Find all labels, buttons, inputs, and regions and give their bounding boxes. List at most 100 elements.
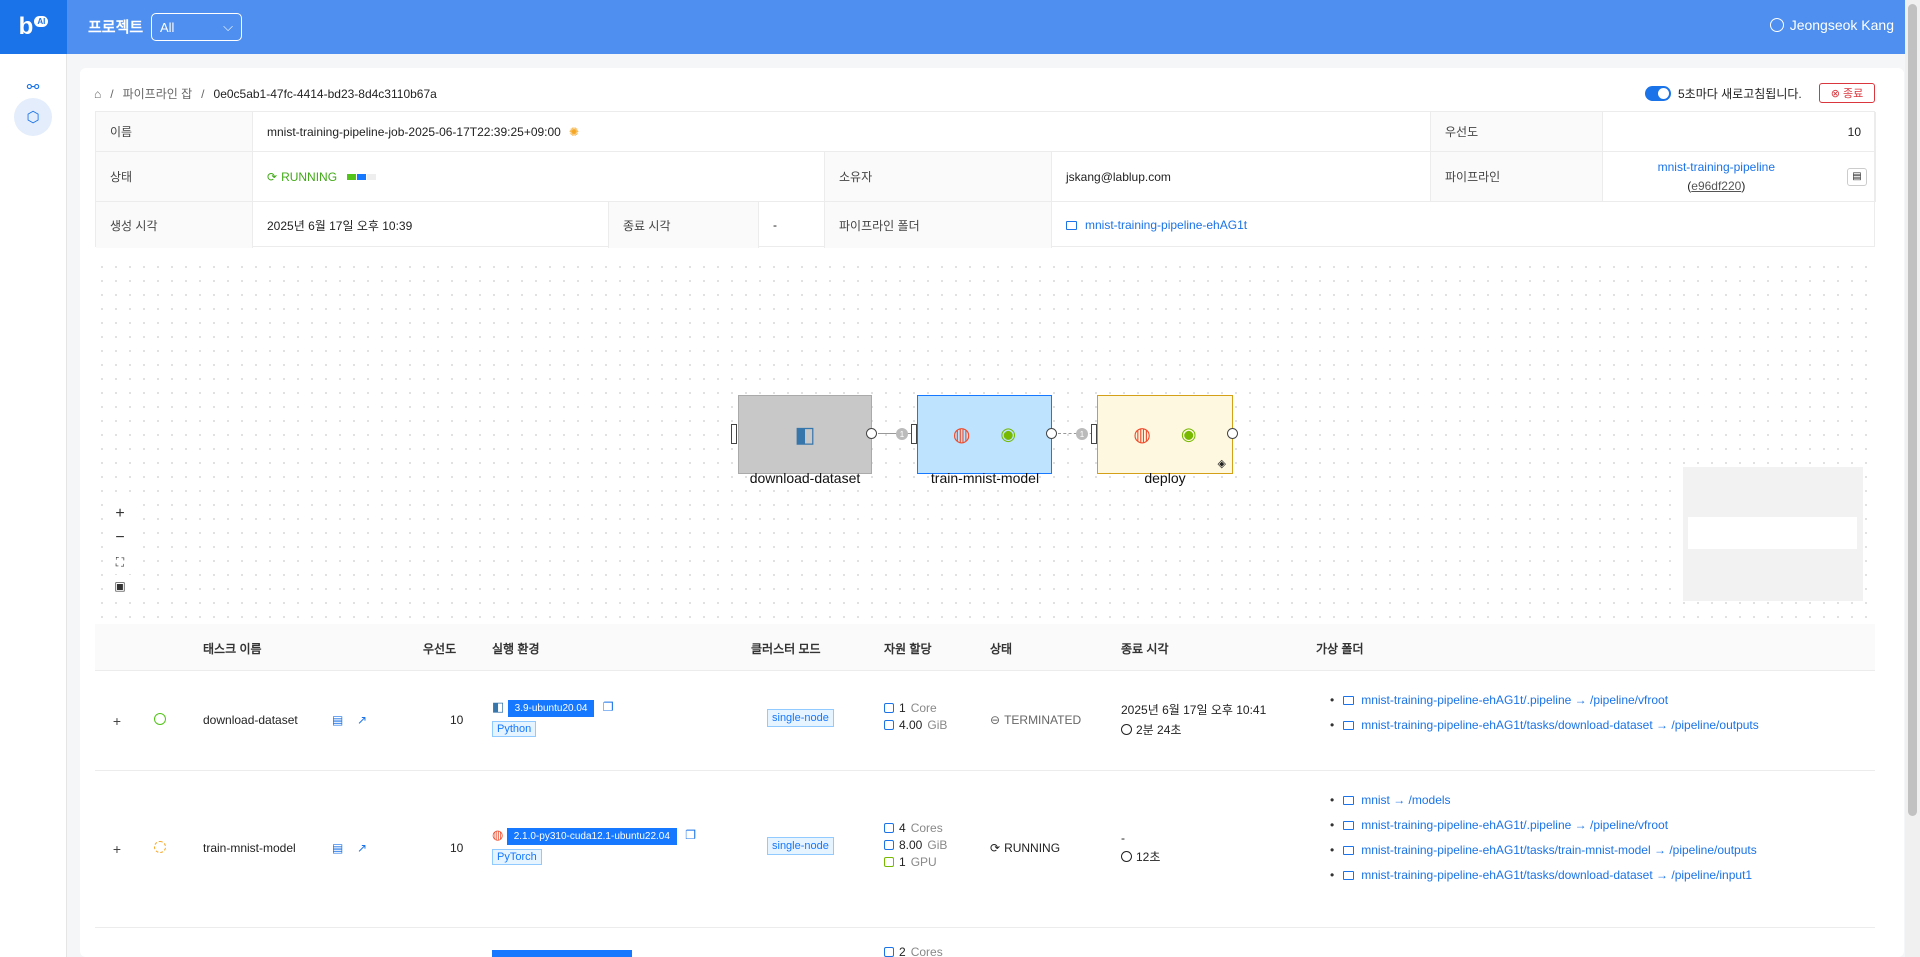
node-label: train-mnist-model [930,470,1040,486]
project-select[interactable]: All ⌵ [151,13,242,41]
input-port[interactable] [731,424,737,444]
pipeline-value: mnist-training-pipeline (e96df220) ▤ [1603,152,1876,202]
graph-node-download-dataset[interactable]: ◧ [738,395,872,474]
sidebar-item-pipeline-jobs[interactable]: ⬡ [14,98,52,136]
minimap-viewport [1688,517,1857,549]
status-value: ⟳ RUNNING [253,152,825,202]
graph-node-deploy[interactable]: ◍ ◉ ◈ [1097,395,1233,474]
pipeline-label: 파이프라인 [1431,152,1603,202]
breadcrumb-current: 0e0c5ab1-47fc-4414-bd23-8d4c3110b67a [213,86,437,101]
copy-icon[interactable]: ❐ [685,828,696,842]
home-icon[interactable]: ⌂ [94,87,101,101]
name-label: 이름 [96,112,253,152]
task-priority: 10 [450,713,464,727]
ended-value: - [759,202,825,248]
nvidia-icon: ◉ [1000,424,1017,444]
task-priority: 10 [450,841,464,855]
file-icon[interactable]: ▤ [1847,167,1867,186]
table-row: + train-mnist-model ▤ ↗ 10 ◍ 2.1.0-py310… [95,771,1875,928]
node-label: deploy [1144,470,1186,486]
chevron-down-icon: ⌵ [223,19,233,34]
expand-row-button[interactable]: + [109,713,125,729]
expand-row-button[interactable]: + [109,841,125,857]
task-progress-bars [347,173,377,180]
task-ended: 2025년 6월 17일 오후 10:41 2분 24초 [1121,703,1267,737]
pipeline-folder[interactable]: mnist-training-pipeline-ehAG1t [1052,202,1876,248]
logs-icon[interactable]: ▤ [332,841,343,855]
vfolder-mount[interactable]: mnist → /models [1330,793,1757,807]
task-resources: 1 Core 4.00 GiB [884,701,947,735]
zoom-out-button[interactable]: − [108,527,132,549]
page-scrollbar[interactable] [1905,0,1920,957]
col-env: 실행 환경 [492,642,540,656]
vfolder-mount[interactable]: mnist-training-pipeline-ehAG1t/tasks/tra… [1330,843,1757,857]
memory-icon [884,720,894,730]
pipeline-hash[interactable]: e96df220 [1691,179,1741,193]
task-ended: - 12초 [1121,831,1161,864]
pipeline-link[interactable]: mnist-training-pipeline [1658,158,1775,177]
auto-refresh-label: 5초마다 새로고침됩니다. [1678,87,1802,101]
fit-view-button[interactable]: ⛶ [108,551,132,573]
priority-label: 우선도 [1431,112,1603,152]
user-icon [1769,18,1784,32]
output-port[interactable] [1227,428,1238,439]
wifi-icon: ◈ [1217,458,1226,470]
open-external-icon[interactable]: ↗ [357,713,367,727]
task-status: ⊖ TERMINATED [990,713,1082,727]
loading-icon: ✺ [568,124,579,139]
zoom-in-button[interactable]: + [108,503,132,525]
output-port[interactable] [1046,428,1057,439]
vfolder-mount[interactable]: mnist-training-pipeline-ehAG1t/.pipeline… [1330,818,1757,832]
folder-icon [1343,695,1355,705]
sidebar: ⚯ ⬡ [0,54,67,957]
open-external-icon[interactable]: ↗ [357,841,367,855]
col-vfolders: 가상 폴더 [1316,642,1364,656]
toggle-interactivity-button[interactable]: ▣ [108,575,132,597]
share-nodes-icon: ⚯ [26,79,40,96]
scrollbar-thumb[interactable] [1908,4,1917,816]
clock-icon [1121,724,1132,735]
status-label: 상태 [96,152,253,202]
owner-label: 소유자 [825,152,1052,202]
task-vfolders: mnist-training-pipeline-ehAG1t/.pipeline… [1330,693,1759,743]
task-env: ◧ 3.9-ubuntu20.04 ❐ Python [492,699,614,737]
clock-icon [1121,851,1132,862]
folder-icon [1343,845,1355,855]
vfolder-mount[interactable]: mnist-training-pipeline-ehAG1t/tasks/dow… [1330,718,1759,732]
col-cluster-mode: 클러스터 모드 [751,642,821,656]
output-port[interactable] [866,428,877,439]
vfolder-mount[interactable]: mnist-training-pipeline-ehAG1t/.pipeline… [1330,693,1759,707]
breadcrumb-parent[interactable]: 파이프라인 잡 [123,85,193,102]
task-resources: 4 Cores 8.00 GiB 1 GPU [884,821,947,872]
cpu-icon [884,703,894,713]
input-port[interactable] [1091,424,1097,444]
task-env: ◍ 2.1.0-py310-cuda12.1-ubuntu22.04 ❐ PyT… [492,827,697,865]
pytorch-icon: ◍ [952,424,971,446]
col-resources: 자원 할당 [884,642,932,656]
input-port[interactable] [911,424,917,444]
graph-node-train-mnist-model[interactable]: ◍ ◉ [917,395,1052,474]
ended-label: 종료 시각 [609,202,759,248]
stop-button[interactable]: ⊗ 종료 [1819,83,1875,103]
cpu-icon [884,947,894,957]
python-icon: ◧ [794,421,816,447]
sync-icon: ⟳ [990,841,1001,855]
col-priority: 우선도 [423,642,457,656]
folder-icon [1343,820,1355,830]
top-header: b AI 프로젝트 All ⌵ Jeongseok Kang [0,0,1920,54]
auto-refresh-toggle[interactable] [1645,86,1671,101]
copy-icon[interactable]: ❐ [603,700,614,714]
cpu-icon [884,823,894,833]
logs-icon[interactable]: ▤ [332,713,343,727]
task-status: ⟳ RUNNING [990,841,1061,855]
table-row: + download-dataset ▤ ↗ 10 ◧ 3.9-ubuntu20… [95,671,1875,771]
edge-badge: 1 [1076,428,1088,440]
app-logo[interactable]: b AI [0,0,67,54]
status-terminated-icon [154,713,166,728]
python-icon: ◧ [492,699,505,714]
vfolder-mount[interactable]: mnist-training-pipeline-ehAG1t/tasks/dow… [1330,868,1757,882]
user-menu[interactable]: Jeongseok Kang [1769,17,1894,33]
owner-value: jskang@lablup.com [1052,152,1431,202]
folder-icon [1343,720,1355,730]
status-running-icon [154,841,166,856]
